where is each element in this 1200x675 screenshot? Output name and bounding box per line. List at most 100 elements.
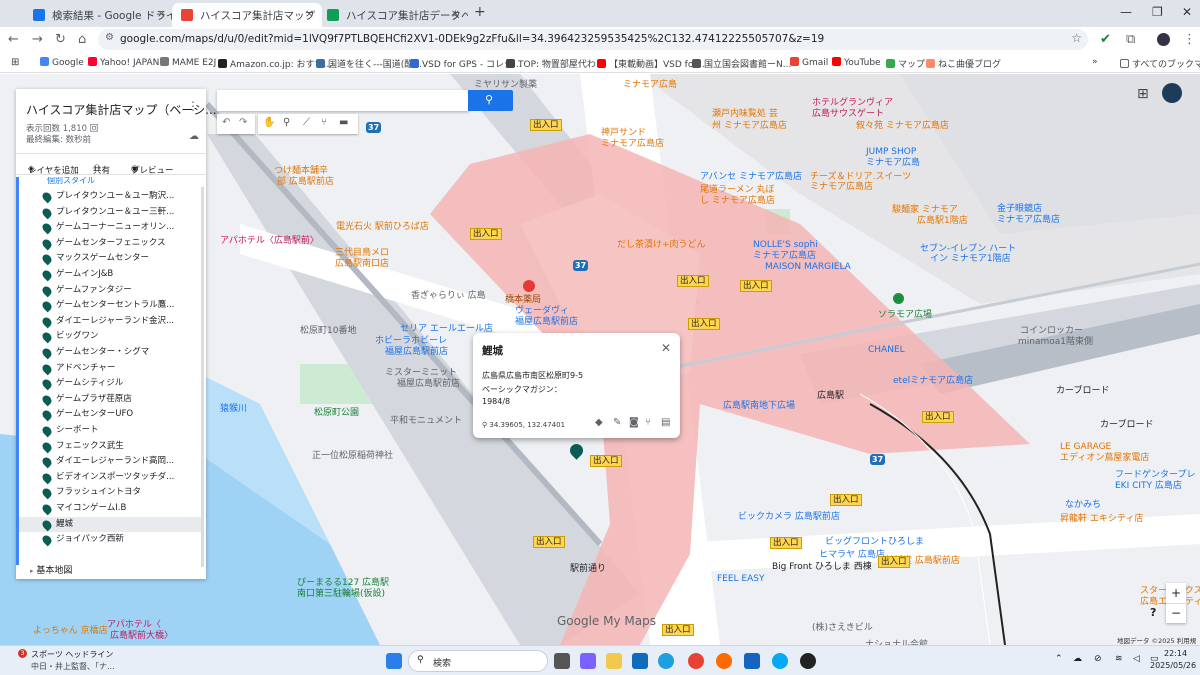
map-place-label[interactable]: CHANEL (868, 345, 905, 355)
search-button[interactable]: ⚲ (468, 90, 513, 111)
layer-list-item[interactable]: マイコンゲームI.B (19, 501, 202, 517)
map-place-label[interactable]: Big Front ひろしま 西棟 (772, 562, 872, 572)
map-place-label[interactable]: 広島駅 (817, 391, 844, 401)
map-place-label[interactable]: アパホテル〈広島駅前〉 (220, 236, 319, 246)
volume-icon[interactable]: ◁ (1133, 654, 1140, 664)
layer-list-item[interactable]: マックスゲームセンター (19, 251, 202, 267)
layer-list-item[interactable]: ゲームコーナーニューオリン... (19, 220, 202, 236)
edit-pencil-icon[interactable]: ✎ (613, 417, 621, 428)
map-place-label[interactable]: 松原町公園 (314, 408, 359, 418)
bookmark-item[interactable]: Google (40, 57, 84, 68)
basemap-toggle[interactable]: ▸ 基本地図 (30, 563, 72, 576)
clock-time[interactable]: 22:14 (1164, 649, 1187, 658)
map-place-label[interactable]: コインロッカー (1020, 326, 1083, 336)
map-place-label[interactable]: 福屋広島駅前店 (385, 347, 448, 357)
map-place-label[interactable]: 瀬戸内味覧処 芸 (712, 109, 778, 119)
map-place-label[interactable]: ミナモア広島店 (997, 215, 1060, 225)
bookmark-star-icon[interactable]: ☆ (1071, 31, 1082, 45)
bookmark-item[interactable]: Gmail (790, 57, 828, 68)
map-place-label[interactable]: ヴェーダヴィ (515, 306, 569, 316)
reload-icon[interactable]: ↻ (55, 32, 66, 47)
map-place-label[interactable]: 広島サウスゲート (812, 109, 884, 119)
bookmark-item[interactable]: MAME E2J (160, 57, 216, 68)
bookmark-item[interactable]: TOP: 物置部屋代わり (506, 57, 605, 70)
layer-list-item[interactable]: ゲームセンターUFO (19, 407, 202, 423)
map-place-label[interactable]: 電光石火 駅前ひろば店 (336, 222, 429, 232)
news-widget-icon[interactable]: 3 (10, 649, 27, 664)
map-place-label[interactable]: アバンセ ミナモア広島店 (700, 172, 802, 182)
bookmark-item[interactable]: 国道を往く---国道(酷... (316, 57, 422, 70)
app-icon[interactable] (744, 653, 760, 669)
user-avatar[interactable] (1162, 83, 1182, 103)
layer-list-item[interactable]: ゲームファンタジー (19, 283, 202, 299)
taskbar-search[interactable]: ⚲ 検索 (408, 650, 548, 672)
map-place-label[interactable]: JUMP SHOP (866, 147, 916, 157)
app-icon[interactable] (772, 653, 788, 669)
directions-icon[interactable]: ⑂ (321, 117, 327, 128)
forward-icon[interactable]: → (32, 32, 43, 47)
map-place-label[interactable]: NOLLE'S sophi (753, 240, 818, 250)
camera-icon[interactable]: ◙ (629, 417, 639, 428)
close-tab-icon[interactable]: × (157, 7, 166, 20)
draw-line-icon[interactable]: ⟋ (303, 117, 310, 128)
map-place-label[interactable]: チーズ＆ドリア.スイーツ (810, 172, 911, 182)
layer-list-item[interactable]: フラッシュイントヨタ (19, 485, 202, 501)
map-place-label[interactable]: ミナモア広島 (623, 80, 677, 90)
scrollbar[interactable] (201, 187, 204, 567)
menu-kebab-icon[interactable]: ⋮ (1183, 32, 1196, 47)
back-icon[interactable]: ← (8, 32, 19, 47)
map-place-label[interactable]: 松原町10番地 (300, 326, 356, 336)
layer-list-item[interactable]: ゲームセンター・シグマ (19, 345, 202, 361)
map-place-label[interactable]: つけ麺本舗辛 (274, 166, 328, 176)
map-place-label[interactable]: ヒマラヤ 広島店 (819, 550, 885, 560)
site-info-icon[interactable]: ⚙ (105, 32, 114, 43)
apps-grid-icon[interactable]: ⊞ (11, 57, 19, 68)
bookmark-item[interactable]: 国立国会図書館ーN... (692, 57, 791, 70)
minimize-icon[interactable]: — (1120, 5, 1132, 19)
map-place-label[interactable]: etelミナモア広島店 (893, 376, 973, 386)
tab-drive[interactable]: 検索結果 - Google ドライブ × (24, 3, 174, 27)
map-place-label[interactable]: ミナモア広島店 (601, 139, 664, 149)
map-place-label[interactable]: 駅前通り (570, 564, 606, 574)
map-place-label[interactable]: よっちゃん 京橋店 (33, 626, 108, 636)
layer-list-item[interactable]: ゲームインJ&B (19, 267, 202, 283)
layer-list-item[interactable]: ゲームセンターフェニックス (19, 236, 202, 252)
layer-list-item[interactable]: ビッグワン (19, 329, 202, 345)
map-place-label[interactable]: 部 広島駅前店 (277, 177, 334, 187)
close-tab-icon[interactable]: × (451, 7, 460, 20)
home-icon[interactable]: ⌂ (78, 32, 86, 47)
add-marker-icon[interactable]: ⚲ (283, 117, 290, 128)
blocked-icon[interactable]: ⊘ (1094, 654, 1102, 664)
layer-list-item[interactable]: ゲームセンターセントラル鷹... (19, 298, 202, 314)
profile-avatar[interactable] (1157, 33, 1170, 46)
media-player-icon[interactable] (800, 653, 816, 669)
extensions-icon[interactable]: ⧉ (1126, 32, 1135, 47)
map-place-label[interactable]: 香ぎゃらりぃ 広島 (411, 291, 486, 301)
plaza-marker-icon[interactable] (893, 293, 904, 304)
bookmark-item[interactable]: Amazon.co.jp: おすす... (218, 57, 332, 70)
map-place-label[interactable]: ミヤリサン製薬 (474, 80, 537, 90)
layer-list-item[interactable]: プレイタウンユー＆ユー駒沢... (19, 189, 202, 205)
map-place-label[interactable]: なかみち (1065, 500, 1101, 510)
individual-style-link[interactable]: 個別スタイル (47, 177, 95, 186)
map-place-label[interactable]: ホテルグランヴィア (812, 98, 893, 108)
map-place-label[interactable]: 叙々苑 ミナモア広島店 (856, 121, 949, 131)
map-place-label[interactable]: 福屋広島駅前店 (515, 317, 578, 327)
map-place-label[interactable]: 昇龍軒 エキシティ店 (1060, 514, 1143, 524)
map-place-label[interactable]: ミナモア広島店 (810, 182, 873, 192)
map-place-label[interactable]: 金子眼鏡店 (997, 204, 1042, 214)
map-place-label[interactable]: ビックカメラ 広島駅前店 (738, 512, 840, 522)
style-paint-icon[interactable]: ◆ (595, 417, 603, 428)
map-place-label[interactable]: 福屋広島駅前店 (397, 379, 460, 389)
map-place-label[interactable]: 広島駅1階店 (917, 216, 968, 226)
bookmark-item[interactable]: YouTube (832, 57, 881, 68)
zoom-out-icon[interactable]: − (1166, 603, 1186, 623)
map-place-label[interactable]: LE GARAGE (1060, 442, 1111, 452)
map-place-label[interactable]: ソラモア広場 (878, 310, 932, 320)
chrome-icon[interactable] (688, 653, 704, 669)
map-place-label[interactable]: 橋本薬局 (505, 295, 541, 305)
bookmark-item[interactable]: 【東載動画】VSD for... (597, 57, 705, 70)
bookmark-item[interactable]: Yahoo! JAPAN (88, 57, 159, 68)
map-place-label[interactable]: minamoa1階東側 (1018, 337, 1093, 347)
more-bookmarks-icon[interactable]: » (1092, 57, 1098, 67)
